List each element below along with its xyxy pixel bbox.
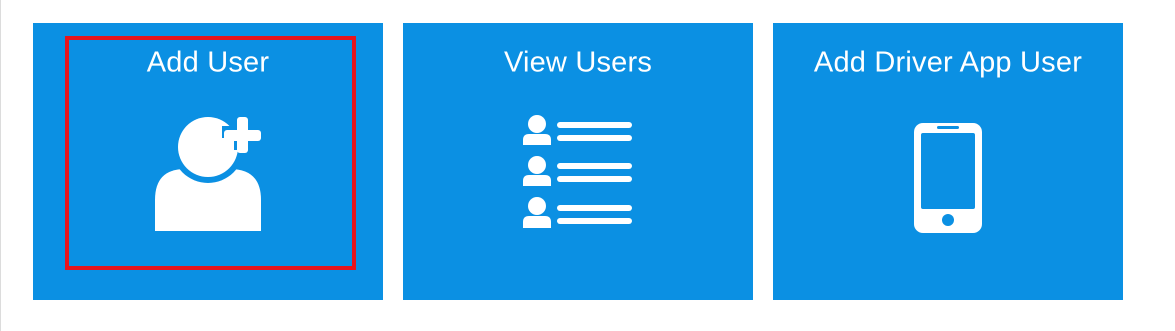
- add-driver-app-user-tile[interactable]: Add Driver App User: [773, 23, 1123, 300]
- add-user-icon: [155, 111, 261, 231]
- view-users-tile[interactable]: View Users: [403, 23, 753, 300]
- add-user-tile[interactable]: Add User: [33, 23, 383, 300]
- page-left-border: [0, 0, 1, 331]
- mobile-phone-icon: [914, 123, 982, 233]
- user-list-icon: [523, 115, 632, 228]
